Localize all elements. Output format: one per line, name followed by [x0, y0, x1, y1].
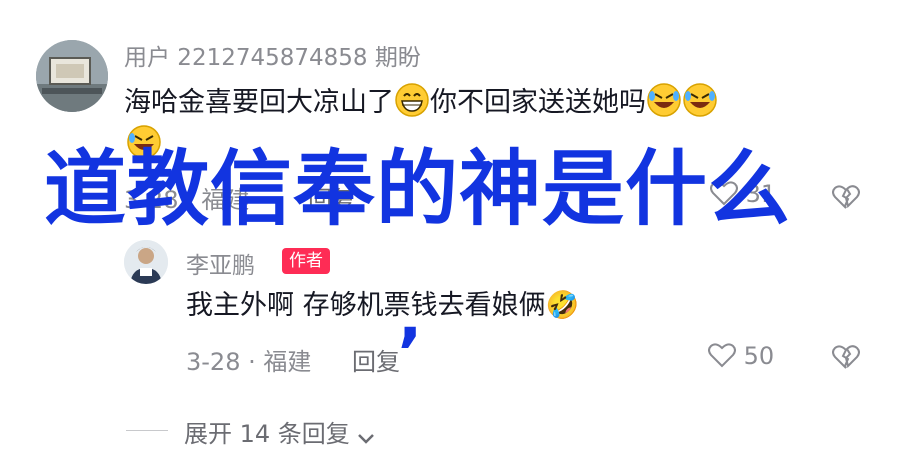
expand-label: 展开 14 条回复 — [184, 420, 350, 448]
broken-heart-icon[interactable] — [832, 344, 860, 372]
overlay-comma: , — [398, 281, 423, 355]
rofl-emoji-icon — [646, 82, 682, 118]
rofl-emoji-icon — [682, 82, 718, 118]
expand-replies-button[interactable]: 展开 14 条回复 — [184, 414, 375, 452]
comment-text-part1: 海哈金喜要回大凉山了 — [124, 87, 394, 118]
reply-text: 我主外啊 存够机票钱去看娘俩🤣 — [186, 286, 579, 326]
chevron-down-icon — [357, 424, 375, 452]
like-button[interactable]: 50 — [708, 342, 774, 374]
reply-button[interactable]: 回复 — [352, 342, 400, 377]
heart-icon — [708, 342, 736, 374]
avatar[interactable] — [124, 240, 168, 284]
author-badge: 作者 — [282, 248, 330, 274]
divider — [126, 430, 168, 431]
reply-meta: 3-28 · 福建 — [186, 348, 312, 376]
reply-username[interactable]: 李亚鹏 — [186, 246, 255, 280]
overlay-title: 道教信奉的神是什么 — [44, 142, 792, 237]
broken-heart-icon[interactable] — [832, 184, 860, 212]
comment-text-part2: 你不回家送送她吗 — [430, 87, 646, 118]
avatar[interactable] — [36, 40, 108, 112]
like-count: 50 — [743, 342, 775, 370]
comment-text: 海哈金喜要回大凉山了 你不回家送送她吗 — [124, 82, 718, 123]
grin-emoji-icon — [394, 82, 430, 118]
comment-username[interactable]: 用户 2212745874858 期盼 — [124, 38, 421, 72]
reply-text-content: 我主外啊 存够机票钱去看娘俩🤣 — [186, 290, 580, 321]
